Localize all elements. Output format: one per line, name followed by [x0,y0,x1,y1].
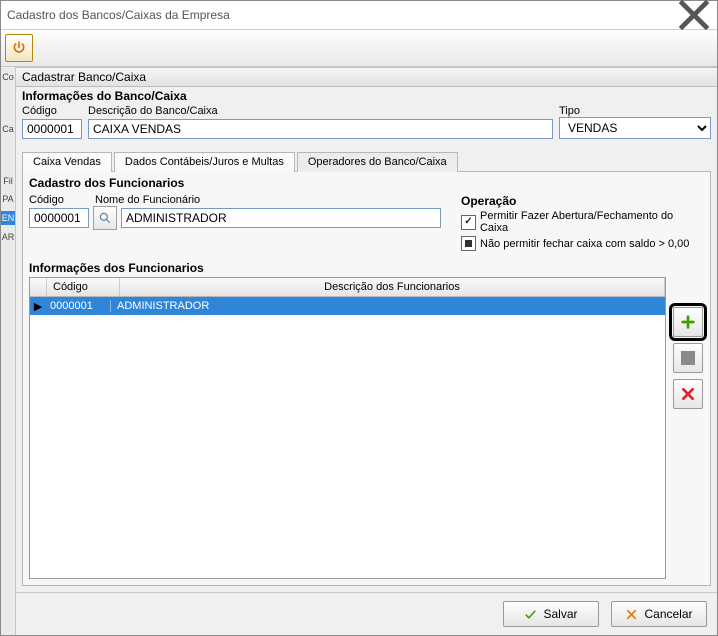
power-icon [11,40,27,56]
tipo-select[interactable]: VENDAS [559,117,711,139]
grid-header: Código Descrição dos Funcionarios [30,278,665,297]
checkbox-nao-permitir[interactable]: Não permitir fechar caixa com saldo > 0,… [461,236,704,251]
search-icon [98,211,112,225]
square-icon [461,236,476,251]
close-icon [677,0,711,32]
strip-label: AR [1,231,15,243]
group-title-bankinfo: Informações do Banco/Caixa [16,87,717,105]
strip-label: Fil [1,175,15,187]
plus-icon [680,314,696,330]
label-func-nome: Nome do Funcionário [95,194,355,206]
cancel-icon [625,608,638,621]
label-codigo: Código [22,105,82,117]
strip-label: Ca [1,123,15,135]
func-codigo-input[interactable] [29,208,89,228]
codigo-input[interactable] [22,119,82,139]
funcionarios-grid[interactable]: Código Descrição dos Funcionarios ▶ 0000… [29,277,666,579]
cadastro-title: Cadastro dos Funcionarios [23,172,710,192]
add-row-button[interactable] [673,307,703,337]
operacao-group: Operação Permitir Fazer Abertura/Fechame… [461,194,704,251]
titlebar: Cadastro dos Bancos/Caixas da Empresa [1,1,717,30]
col-descricao: Descrição dos Funcionarios [120,278,665,296]
cancel-button[interactable]: Cancelar [611,601,707,627]
dialog-buttons: Salvar Cancelar [16,592,717,635]
col-codigo: Código [47,278,120,296]
tabs: Caixa Vendas Dados Contábeis/Juros e Mul… [22,151,711,172]
cancel-label: Cancelar [644,607,692,621]
disabled-icon [681,351,695,365]
table-row[interactable]: ▶ 0000001 ADMINISTRADOR [30,297,665,315]
row-indicator-icon: ▶ [30,300,46,313]
section-bar-register: Cadastrar Banco/Caixa [16,67,717,87]
grid-title: Informações dos Funcionarios [23,257,710,277]
tab-panel-operadores: Cadastro dos Funcionarios Código Nome do… [22,172,711,586]
tab-dados-contabeis[interactable]: Dados Contábeis/Juros e Multas [114,152,295,172]
bank-register-window: { "window": { "title": "Cadastro dos Ban… [0,0,718,636]
grid-side-buttons [672,277,704,579]
label-tipo: Tipo [559,105,711,117]
func-nome-input[interactable] [121,208,441,228]
x-icon [680,386,696,402]
power-button[interactable] [5,34,33,62]
toolbar [1,30,717,67]
checkbox-label: Permitir Fazer Abertura/Fechamento do Ca… [480,210,704,234]
tab-operadores[interactable]: Operadores do Banco/Caixa [297,152,458,172]
left-vertical-strip: Co Ca Fil PA EN AR [1,67,16,635]
checkbox-label: Não permitir fechar caixa com saldo > 0,… [480,238,689,250]
tab-caixa-vendas[interactable]: Caixa Vendas [22,152,112,172]
save-button[interactable]: Salvar [503,601,599,627]
strip-label-highlight: EN [1,211,15,225]
close-button[interactable] [677,5,711,25]
checkbox-permitir[interactable]: Permitir Fazer Abertura/Fechamento do Ca… [461,210,704,234]
label-descricao: Descrição do Banco/Caixa [88,105,553,117]
strip-label: PA [1,193,15,205]
cell-descricao: ADMINISTRADOR [111,300,665,312]
lookup-button[interactable] [93,206,117,230]
grid-disabled-button [673,343,703,373]
check-icon [524,608,537,621]
delete-row-button[interactable] [673,379,703,409]
descricao-input[interactable] [88,119,553,139]
cell-codigo: 0000001 [46,300,111,312]
grid-body: ▶ 0000001 ADMINISTRADOR [30,297,665,578]
operacao-title: Operação [461,194,704,208]
window-title: Cadastro dos Bancos/Caixas da Empresa [7,8,230,22]
label-func-codigo: Código [29,194,89,206]
strip-label: Co [1,71,15,83]
check-icon [461,215,476,230]
save-label: Salvar [543,607,577,621]
